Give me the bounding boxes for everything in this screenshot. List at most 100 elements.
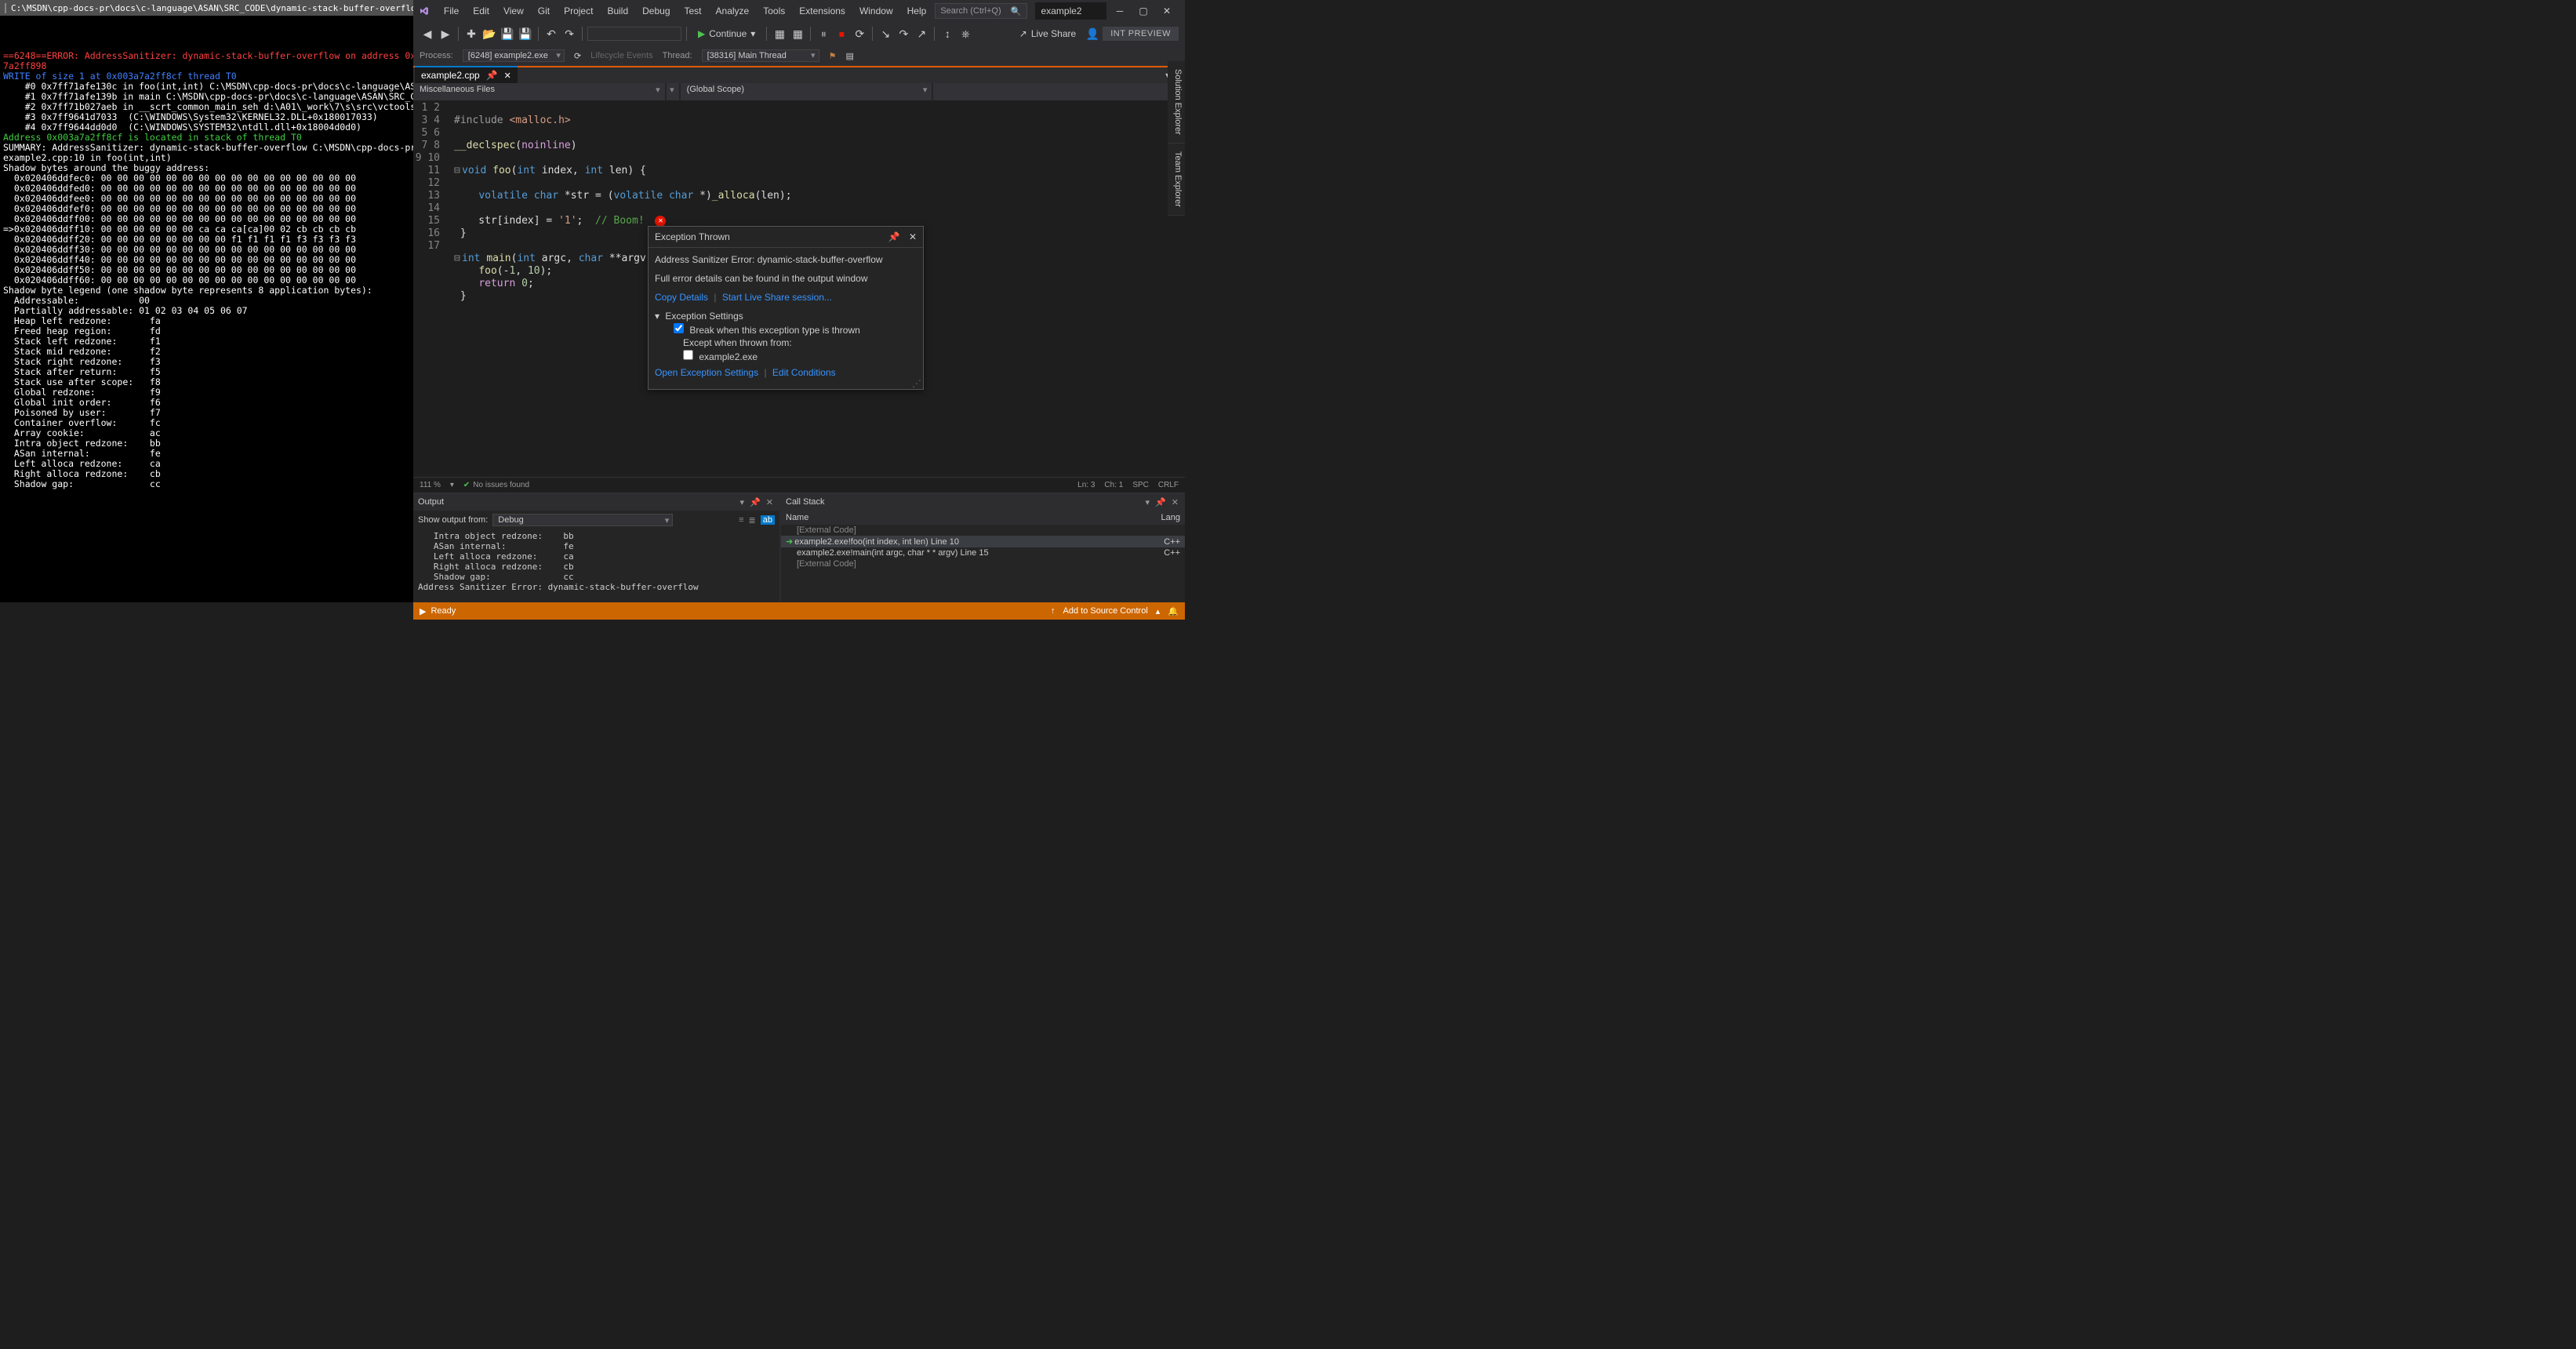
callstack-name-header[interactable]: Name xyxy=(786,513,1155,522)
chevron-up-icon[interactable]: ▴ xyxy=(1156,606,1161,616)
close-icon[interactable]: ✕ xyxy=(765,497,775,507)
menu-build[interactable]: Build xyxy=(600,4,635,18)
continue-button[interactable]: ▶ Continue ▾ xyxy=(692,27,761,41)
tab-bar: example2.cpp 📌 ✕ ▾ ⚙ xyxy=(413,66,1185,83)
scope-global[interactable]: (Global Scope) xyxy=(681,83,932,100)
close-icon[interactable]: ✕ xyxy=(909,231,917,242)
copy-details-link[interactable]: Copy Details xyxy=(655,292,708,303)
search-box[interactable]: Search (Ctrl+Q) 🔍 xyxy=(935,3,1026,19)
output-source-combo[interactable]: Debug xyxy=(492,514,673,526)
stop-icon[interactable]: ⏹ xyxy=(834,25,849,42)
live-share-button[interactable]: ↗ Live Share xyxy=(1013,27,1082,41)
except-label: Except when thrown from: xyxy=(655,337,917,348)
pause-icon[interactable]: ⏸ xyxy=(816,25,831,42)
tool-a[interactable]: ↕ xyxy=(939,25,955,42)
code-editor[interactable]: 1 2 3 4 5 6 7 8 9 10 11 12 13 14 15 16 1… xyxy=(413,100,1185,477)
thread-combo[interactable]: [38316] Main Thread xyxy=(702,49,819,62)
module-checkbox[interactable] xyxy=(683,350,693,360)
solution-name[interactable]: example2 xyxy=(1035,2,1106,20)
menu-analyze[interactable]: Analyze xyxy=(709,4,757,18)
menu-window[interactable]: Window xyxy=(852,4,900,18)
zoom-level[interactable]: 111 % xyxy=(420,481,441,489)
process-combo[interactable]: [6248] example2.exe xyxy=(463,49,565,62)
step-out-icon[interactable]: ↗ xyxy=(914,25,929,42)
dropdown-icon[interactable]: ▾ xyxy=(739,497,747,507)
edit-conditions-link[interactable]: Edit Conditions xyxy=(772,367,836,378)
notification-icon[interactable]: 🔔 xyxy=(1168,606,1179,616)
menu-debug[interactable]: Debug xyxy=(635,4,677,18)
callstack-row[interactable]: ➜example2.exe!foo(int index, int len) Li… xyxy=(781,536,1185,547)
exception-settings-toggle[interactable]: ▾ Exception Settings xyxy=(655,311,917,322)
break-checkbox[interactable] xyxy=(674,323,684,333)
stack-icon[interactable]: ▤ xyxy=(845,51,853,61)
solution-explorer-tab[interactable]: Solution Explorer xyxy=(1168,61,1185,144)
pin-icon[interactable]: 📌 xyxy=(748,497,762,507)
menu-view[interactable]: View xyxy=(496,4,531,18)
scope-member[interactable] xyxy=(933,83,1185,100)
tab-close-icon[interactable]: ✕ xyxy=(504,71,511,81)
issues-label: No issues found xyxy=(473,481,529,489)
step-into-icon[interactable]: ↘ xyxy=(877,25,893,42)
menu-extensions[interactable]: Extensions xyxy=(792,4,852,18)
config-combo[interactable] xyxy=(587,27,681,41)
title-bar: FileEditViewGitProjectBuildDebugTestAnal… xyxy=(413,0,1185,22)
callstack-row[interactable]: [External Code] xyxy=(781,558,1185,569)
debug-tool-1[interactable]: ▦ xyxy=(772,25,787,42)
debug-tool-2[interactable]: ▦ xyxy=(790,25,805,42)
pin-icon[interactable]: 📌 xyxy=(1154,497,1168,507)
callstack-row[interactable]: [External Code] xyxy=(781,525,1185,536)
menu-test[interactable]: Test xyxy=(678,4,709,18)
tab-example2[interactable]: example2.cpp 📌 ✕ xyxy=(415,66,518,83)
menu-project[interactable]: Project xyxy=(557,4,600,18)
undo-icon[interactable]: ↶ xyxy=(543,25,559,42)
restart-icon[interactable]: ⟳ xyxy=(852,25,867,42)
close-icon[interactable]: ✕ xyxy=(1170,497,1180,507)
pin-icon[interactable]: 📌 xyxy=(486,70,498,81)
menu-tools[interactable]: Tools xyxy=(756,4,792,18)
redo-icon[interactable]: ↷ xyxy=(561,25,577,42)
menu-edit[interactable]: Edit xyxy=(466,4,496,18)
chevron-down-icon[interactable]: ▾ xyxy=(450,481,454,489)
callstack-panel: Call Stack ▾ 📌 ✕ Name Lang [External Cod… xyxy=(781,493,1185,602)
dropdown-icon[interactable]: ▾ xyxy=(1144,497,1152,507)
line-indicator: Ln: 3 xyxy=(1077,481,1095,489)
new-icon[interactable]: ✚ xyxy=(463,25,479,42)
output-text[interactable]: Intra object redzone: bb ASan internal: … xyxy=(413,529,779,602)
flag-icon[interactable]: ⚑ xyxy=(829,51,837,61)
check-icon: ✔ xyxy=(463,481,470,489)
nav-fwd-icon[interactable]: ▶ xyxy=(438,25,453,42)
step-over-icon[interactable]: ↷ xyxy=(896,25,911,42)
menu-file[interactable]: File xyxy=(437,4,466,18)
add-source-control[interactable]: Add to Source Control xyxy=(1063,606,1148,616)
save-icon[interactable]: 💾 xyxy=(500,25,515,42)
resize-grip-icon[interactable]: ⋰ xyxy=(912,378,921,387)
maximize-button[interactable]: ▢ xyxy=(1132,2,1155,20)
error-badge-icon[interactable]: ✕ xyxy=(655,216,666,227)
menu-help[interactable]: Help xyxy=(900,4,934,18)
console-titlebar[interactable]: C:\MSDN\cpp-docs-pr\docs\c-language\ASAN… xyxy=(0,0,413,16)
team-explorer-tab[interactable]: Team Explorer xyxy=(1168,144,1185,216)
open-exc-settings-link[interactable]: Open Exception Settings xyxy=(655,367,758,378)
menu-git[interactable]: Git xyxy=(531,4,557,18)
callstack-lang-header[interactable]: Lang xyxy=(1161,513,1180,522)
refresh-icon[interactable]: ⟳ xyxy=(574,51,581,61)
scope-empty[interactable] xyxy=(667,83,679,100)
minimize-button[interactable]: ─ xyxy=(1108,2,1132,20)
process-label: Process: xyxy=(420,51,453,60)
wrap-icon[interactable]: ≣ xyxy=(749,515,756,525)
status-bar: ▶ Ready ↑ Add to Source Control ▴ 🔔 xyxy=(413,602,1185,620)
scope-project[interactable]: Miscellaneous Files xyxy=(413,83,665,100)
pin-icon[interactable]: 📌 xyxy=(888,231,900,242)
feedback-icon[interactable]: 👤 xyxy=(1085,25,1100,42)
open-icon[interactable]: 📂 xyxy=(481,25,497,42)
save-all-icon[interactable]: 💾 xyxy=(518,25,533,42)
clear-icon[interactable]: ≡ xyxy=(739,515,743,525)
vs-logo-icon xyxy=(420,4,429,18)
close-button[interactable]: ✕ xyxy=(1155,2,1179,20)
tool-b[interactable]: ⎈ xyxy=(957,25,973,42)
callstack-row[interactable]: example2.exe!main(int argc, char * * arg… xyxy=(781,547,1185,558)
toggle-icon[interactable]: ab xyxy=(761,515,775,525)
nav-back-icon[interactable]: ◀ xyxy=(420,25,435,42)
start-liveshare-link[interactable]: Start Live Share session... xyxy=(722,292,832,303)
upload-icon[interactable]: ↑ xyxy=(1051,606,1055,616)
